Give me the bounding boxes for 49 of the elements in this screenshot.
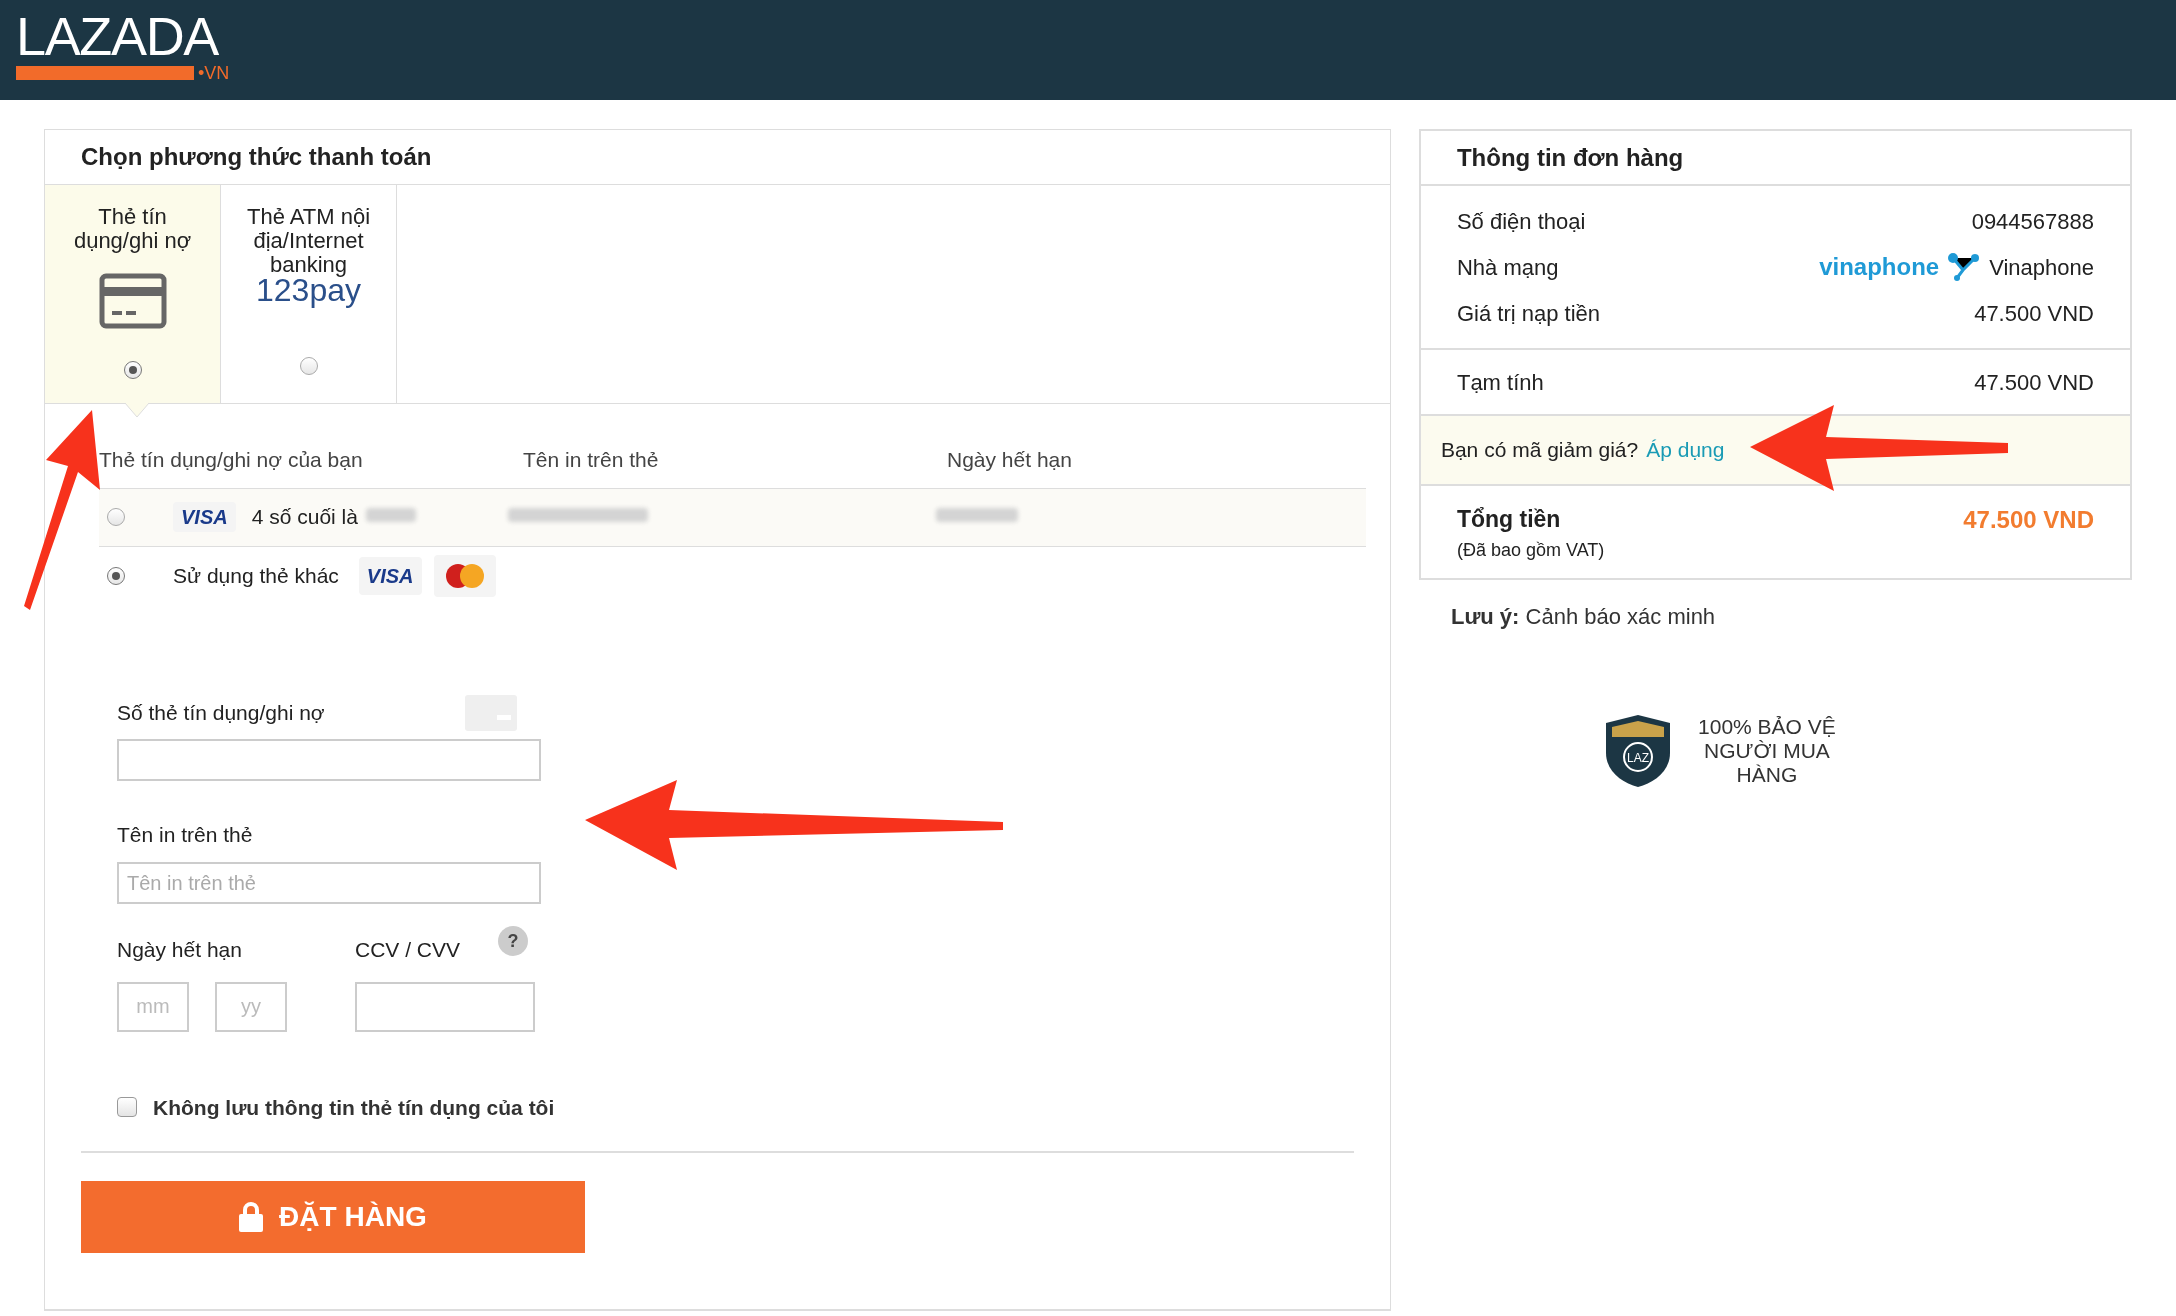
field-label: Tên in trên thẻ	[117, 821, 254, 848]
radio-button[interactable]	[107, 508, 125, 526]
card-label: 4 số cuối là	[251, 504, 358, 531]
card-option-row[interactable]: VISA 4 số cuối là	[99, 488, 1366, 547]
cvv-input[interactable]	[355, 981, 535, 1032]
radio-button[interactable]	[299, 357, 318, 375]
method-label: Thẻ ATM nội địa/Internet banking	[245, 205, 372, 277]
credit-card-icon	[98, 273, 167, 329]
radio-button[interactable]	[107, 566, 125, 585]
order-value: 0944567888	[1971, 207, 2094, 236]
notice-text: Lưu ý: Cảnh báo xác minh	[1450, 603, 1717, 631]
vinaphone-logo: vinaphone	[1819, 252, 1940, 282]
month-input[interactable]: mm	[117, 981, 189, 1032]
total-label: Tổng tiền	[1456, 505, 1562, 534]
total-value: 47.500 VND	[1963, 505, 2094, 535]
checkbox[interactable]	[117, 1097, 137, 1118]
panel-title: Thông tin đơn hàng	[1420, 131, 2130, 186]
promo-text: Bạn có mã giảm giá?	[1440, 437, 1639, 464]
checkbox-label: Không lưu thông tin thẻ tín dụng của tôi	[153, 1094, 555, 1121]
guarantee-text: 100% BẢO VỆ NGƯỜI MUA HÀNG	[1697, 715, 1837, 787]
order-label: Tạm tính	[1456, 368, 1544, 397]
mastercard-logo	[433, 554, 496, 597]
redacted-text	[365, 508, 416, 522]
year-input[interactable]: yy	[215, 981, 287, 1032]
card-number-input[interactable]	[117, 738, 541, 781]
shield-badge-icon: LAZ	[1603, 713, 1672, 789]
method-label: Thẻ tín dụng/ghi nợ	[72, 205, 193, 253]
column-heading: Ngày hết hạn	[947, 447, 1072, 473]
order-value: Vinaphone	[1989, 253, 2094, 282]
card-name-input[interactable]: Tên in trên thẻ	[117, 862, 541, 904]
field-label: Số thẻ tín dụng/ghi nợ	[117, 699, 325, 726]
order-value: 47.500 VND	[1974, 299, 2094, 328]
visa-logo: VISA	[358, 556, 422, 595]
order-label: Nhà mạng	[1456, 253, 1559, 282]
help-button[interactable]: ?	[498, 926, 529, 956]
field-label: Ngày hết hạn	[117, 937, 243, 963]
order-value: 47.500 VND	[1974, 368, 2094, 397]
order-label: Số điện thoại	[1456, 207, 1586, 236]
visa-logo: VISA	[173, 502, 236, 532]
radio-button[interactable]	[123, 361, 142, 379]
total-note: (Đã bao gồm VAT)	[1456, 538, 1605, 562]
lock-icon	[239, 1202, 264, 1232]
order-label: Giá trị nạp tiền	[1456, 299, 1600, 328]
field-label: CCV / CVV	[355, 937, 461, 963]
column-heading: Thẻ tín dụng/ghi nợ của bạn	[99, 447, 364, 473]
lazada-logo[interactable]: LAZADA •VN	[16, 8, 246, 82]
card-label: Sử dụng thẻ khác	[173, 562, 339, 589]
network-logo-icon	[1947, 252, 1982, 282]
column-heading: Tên in trên thẻ	[523, 447, 660, 473]
